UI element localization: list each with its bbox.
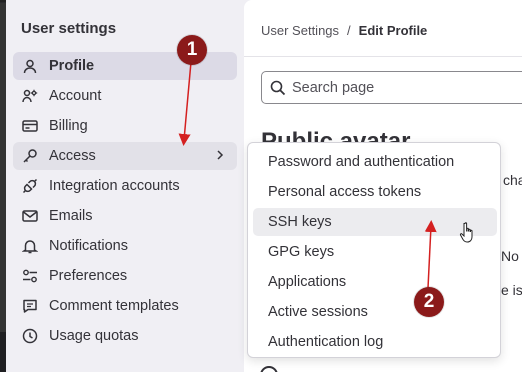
sidebar-item-label: Account — [49, 88, 102, 104]
annotation-badge-2: 2 — [414, 287, 444, 317]
quota-icon — [21, 327, 39, 345]
sidebar-title: User settings — [21, 20, 117, 37]
text-fragment: e is — [501, 282, 522, 298]
sidebar-item-access[interactable]: Access — [13, 142, 237, 170]
user-icon — [21, 57, 39, 75]
menu-item-password-authentication[interactable]: Password and authentication — [253, 148, 497, 176]
sidebar-item-label: Usage quotas — [49, 328, 139, 344]
sidebar-item-label: Notifications — [49, 238, 128, 254]
text-fragment: cha — [503, 172, 522, 188]
preferences-icon — [21, 267, 39, 285]
menu-item-applications[interactable]: Applications — [253, 268, 497, 296]
breadcrumb-current: Edit Profile — [358, 23, 428, 38]
sidebar-item-integration-accounts[interactable]: Integration accounts — [13, 172, 237, 200]
chevron-right-icon — [217, 150, 224, 160]
sidebar-item-emails[interactable]: Emails — [13, 202, 237, 230]
hand-cursor-icon — [459, 222, 473, 243]
sidebar-item-billing[interactable]: Billing — [13, 112, 237, 140]
sidebar-item-label: Preferences — [49, 268, 128, 284]
annotation-badge-1: 1 — [177, 35, 207, 65]
menu-item-authentication-log[interactable]: Authentication log — [253, 328, 497, 356]
header-divider — [244, 56, 522, 57]
mail-icon — [21, 207, 39, 225]
search-box[interactable] — [261, 71, 522, 104]
settings-sidebar: User settings Profile Account Billing Ac… — [6, 0, 244, 372]
comment-icon — [21, 297, 39, 315]
sidebar-item-account[interactable]: Account — [13, 82, 237, 110]
sidebar-item-preferences[interactable]: Preferences — [13, 262, 237, 290]
credit-card-icon — [21, 117, 39, 135]
text-fragment: No f — [501, 248, 522, 264]
plug-icon — [21, 177, 39, 195]
key-icon — [21, 147, 39, 165]
access-submenu: Password and authentication Personal acc… — [247, 142, 501, 358]
bell-icon — [21, 237, 39, 255]
sidebar-item-label: Comment templates — [49, 298, 179, 314]
sidebar-item-notifications[interactable]: Notifications — [13, 232, 237, 260]
account-gear-icon — [21, 87, 39, 105]
menu-item-personal-access-tokens[interactable]: Personal access tokens — [253, 178, 497, 206]
sidebar-item-label: Integration accounts — [49, 178, 180, 194]
breadcrumb-separator: / — [347, 23, 351, 38]
search-icon — [270, 80, 286, 95]
breadcrumb-parent[interactable]: User Settings — [261, 23, 339, 38]
sidebar-item-label: Access — [49, 148, 96, 164]
sidebar-item-usage-quotas[interactable]: Usage quotas — [13, 322, 237, 350]
sidebar-item-comment-templates[interactable]: Comment templates — [13, 292, 237, 320]
sidebar-item-label: Emails — [49, 208, 93, 224]
search-input[interactable] — [292, 79, 512, 96]
breadcrumb: User Settings / Edit Profile — [261, 23, 427, 38]
sidebar-item-label: Billing — [49, 118, 88, 134]
menu-item-active-sessions[interactable]: Active sessions — [253, 298, 497, 326]
sidebar-item-label: Profile — [49, 58, 95, 74]
